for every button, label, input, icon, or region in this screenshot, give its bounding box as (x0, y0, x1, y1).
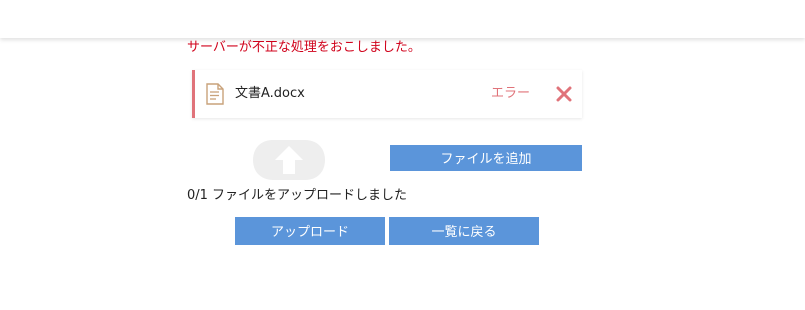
upload-progress-text: 0/1 ファイルをアップロードしました (187, 188, 408, 203)
document-icon (206, 83, 224, 105)
upload-arrow-icon (253, 140, 325, 180)
back-to-list-button[interactable]: 一覧に戻る (389, 217, 539, 245)
file-list-item: 文書A.docx エラー (192, 70, 582, 118)
error-message: サーバーが不正な処理をおこしました。 (187, 40, 421, 55)
file-status: エラー (491, 86, 531, 101)
top-bar (0, 0, 805, 38)
close-icon[interactable] (556, 86, 572, 102)
file-name: 文書A.docx (235, 86, 305, 101)
add-file-button[interactable]: ファイルを追加 (390, 145, 582, 171)
upload-button[interactable]: アップロード (235, 217, 385, 245)
